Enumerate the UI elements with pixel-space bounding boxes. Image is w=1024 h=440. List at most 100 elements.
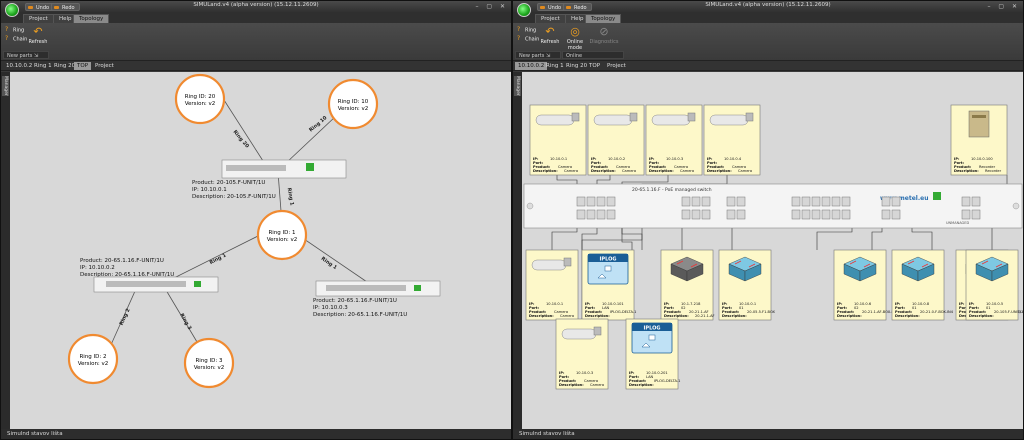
rj45-port[interactable] <box>576 196 586 207</box>
device-canvas[interactable]: 20-65.1.16.F - PoE managed switch www.me… <box>522 72 1023 429</box>
rj45-port[interactable] <box>681 209 691 220</box>
diagnostics-button[interactable]: ⊘ Diagnostics <box>589 26 619 46</box>
ring-node-10[interactable]: Ring ID: 10 Version: v2 <box>327 78 379 130</box>
rj45-port[interactable] <box>831 196 841 207</box>
crumb-project[interactable]: Project <box>604 62 629 70</box>
card-text: Camera <box>560 314 574 318</box>
device-switch-1[interactable] <box>221 159 347 179</box>
rj45-port[interactable] <box>961 209 971 220</box>
tab-project[interactable]: Project <box>23 14 54 23</box>
ring-node-20[interactable]: Ring ID: 20 Version: v2 <box>174 73 226 125</box>
refresh-button[interactable]: ↶ Refresh <box>27 26 49 46</box>
card-text: Description: <box>969 314 994 318</box>
rj45-port[interactable] <box>596 209 606 220</box>
crumb-top[interactable]: TOP <box>586 62 603 70</box>
rj45-port[interactable] <box>736 209 746 220</box>
ring-button[interactable]: ? Ring <box>5 27 24 34</box>
device-card[interactable]: IP: 10.10.0.1Port:Product: CameraDescripti… <box>529 104 587 176</box>
redo-button[interactable]: Redo <box>563 3 592 11</box>
ring-button[interactable]: ? Ring <box>517 27 536 34</box>
rj45-port[interactable] <box>596 196 606 207</box>
main-switch-panel[interactable]: 20-65.1.16.F - PoE managed switch www.me… <box>523 183 1023 229</box>
device-card[interactable]: IPLOGIP: 10.10.0.101Port: LANProduct: IPLOG… <box>581 249 636 321</box>
ring-node-3[interactable]: Ring ID: 3 Version: v2 <box>183 337 235 389</box>
refresh-button[interactable]: ↶ Refresh <box>539 25 561 46</box>
chain-button[interactable]: ? Chain <box>5 36 27 43</box>
device-card[interactable]: IP: 10.10.0.2Port:Product: CameraDescripti… <box>587 104 645 176</box>
breadcrumb: 10.10.0.2 Ring 1 Ring 20 TOP Project <box>1 61 511 71</box>
card-text: Description: <box>585 314 610 318</box>
rj45-port[interactable] <box>801 209 811 220</box>
rj45-port[interactable] <box>811 209 821 220</box>
chain-button[interactable]: ? Chain <box>517 36 539 43</box>
app-orb-icon[interactable] <box>517 3 531 17</box>
rj45-port[interactable] <box>586 209 596 220</box>
manager-tab[interactable]: Manager <box>514 76 521 96</box>
rj45-port[interactable] <box>961 196 971 207</box>
rj45-port[interactable] <box>681 196 691 207</box>
rj45-port[interactable] <box>701 209 711 220</box>
redo-button[interactable]: Redo <box>51 3 80 11</box>
device-card[interactable]: IP: 10.10.0.1Port: 01Product: 20-05.5.F1-BO… <box>718 249 776 321</box>
rj45-port[interactable] <box>576 209 586 220</box>
rj45-port[interactable] <box>606 209 616 220</box>
rj45-port[interactable] <box>881 196 891 207</box>
ring-node-1[interactable]: Ring ID: 1 Version: v2 <box>256 209 308 261</box>
rj45-port[interactable] <box>791 196 801 207</box>
rj45-port[interactable] <box>801 196 811 207</box>
camera-icon <box>531 257 572 271</box>
device-card[interactable]: IP: 10.10.0.4Port:Product: CameraDescripti… <box>703 104 761 176</box>
card-text: Description: <box>837 314 862 318</box>
rj45-port[interactable] <box>891 196 901 207</box>
rj45-port[interactable] <box>821 209 831 220</box>
device-card[interactable]: IP: 10.1.7.218Port: 02Product: 20-21.1-AFDe… <box>660 249 715 321</box>
rj45-port[interactable] <box>841 209 851 220</box>
refresh-icon: ↶ <box>545 25 555 38</box>
rj45-port[interactable] <box>971 196 981 207</box>
device-card[interactable]: IPLOGIP: 10.10.0.201Port: LANProduct: IPLOG… <box>625 318 680 390</box>
rj45-port[interactable] <box>586 196 596 207</box>
device-card[interactable]: IP: 10.10.0.3Port:Product: CameraDescripti… <box>645 104 703 176</box>
rj45-port[interactable] <box>811 196 821 207</box>
window-controls[interactable]: – ▢ ✕ <box>475 3 508 10</box>
card-text: Description: <box>559 383 584 387</box>
device-card[interactable]: IP: 10.10.0.1Port:Product: CameraDescripti… <box>525 249 579 321</box>
rj45-port[interactable] <box>691 209 701 220</box>
topology-canvas[interactable]: Ring 20 Ring 10 Ring 1 Ring 1 Ring 1 Rin… <box>10 72 511 429</box>
svg-text:Ring ID: 2: Ring ID: 2 <box>79 354 106 360</box>
device-switch-2[interactable] <box>93 276 219 293</box>
ring-node-2[interactable]: Ring ID: 2 Version: v2 <box>67 333 119 385</box>
rj45-port[interactable] <box>726 209 736 220</box>
crumb-project[interactable]: Project <box>92 62 117 70</box>
rj45-port[interactable] <box>891 209 901 220</box>
online-mode-button[interactable]: ◎ Online mode <box>564 26 586 52</box>
rj45-port[interactable] <box>736 196 746 207</box>
rj45-port[interactable] <box>841 196 851 207</box>
undo-button[interactable]: Undo <box>25 3 55 11</box>
device-switch-3[interactable] <box>315 280 441 297</box>
rj45-port[interactable] <box>791 209 801 220</box>
rj45-port[interactable] <box>821 196 831 207</box>
rj45-port[interactable] <box>881 209 891 220</box>
rj45-port[interactable] <box>691 196 701 207</box>
link-label: Ring 1 <box>209 252 228 266</box>
device-card[interactable]: IP: 10.10.0.5Port: 01Product: 20-105.F-UNIT… <box>965 249 1023 321</box>
title-bar[interactable]: SIMULand.v4 (alpha version) (15.12.11.26… <box>1 1 511 13</box>
rj45-port[interactable] <box>971 209 981 220</box>
device-card[interactable]: IP: 10.10.0.8Port: 01Product: 20-21.0-F-BOX… <box>891 249 954 321</box>
undo-button[interactable]: Undo <box>537 3 567 11</box>
rj45-port[interactable] <box>606 196 616 207</box>
tab-topology[interactable]: Topology <box>73 14 110 23</box>
title-bar[interactable]: SIMULand.v4 (alpha version) (15.12.11.26… <box>513 1 1023 13</box>
manager-tab[interactable]: Manager <box>2 76 9 96</box>
rj45-port[interactable] <box>831 209 841 220</box>
device-card[interactable]: IP: 10.10.0.100Port:Product: RecorderDescr… <box>950 104 1008 176</box>
tab-project[interactable]: Project <box>535 14 566 23</box>
tab-topology[interactable]: Topology <box>585 14 622 23</box>
device-card[interactable]: IP: 10.10.0.3Port:Product: CameraDescripti… <box>555 318 609 390</box>
crumb-top[interactable]: TOP <box>74 62 92 70</box>
window-controls[interactable]: – ▢ ✕ <box>987 3 1020 10</box>
rj45-port[interactable] <box>726 196 736 207</box>
app-orb-icon[interactable] <box>5 3 19 17</box>
rj45-port[interactable] <box>701 196 711 207</box>
